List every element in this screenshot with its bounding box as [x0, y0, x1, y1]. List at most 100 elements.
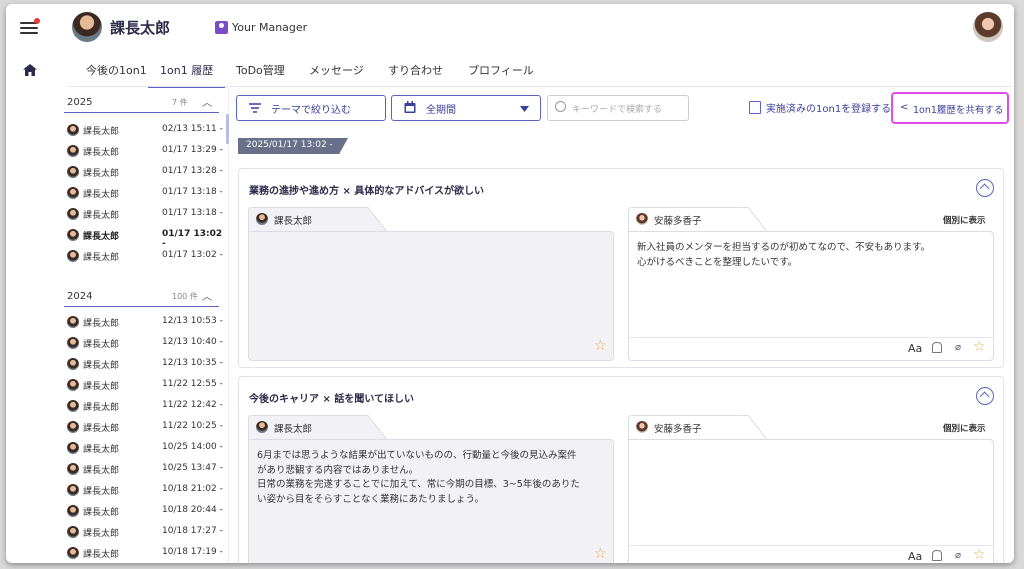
- list-item[interactable]: 課長太郎 10/25 14:00 -: [64, 438, 224, 458]
- font-format-icon[interactable]: Aa: [908, 342, 922, 355]
- tab-upcoming[interactable]: 今後の1on1: [86, 62, 147, 86]
- search-placeholder: キーワードで検索する: [572, 105, 663, 115]
- tab-todo[interactable]: ToDo管理: [236, 62, 285, 86]
- list-item[interactable]: 課長太郎 11/22 12:42 -: [64, 396, 224, 416]
- search-icon: [555, 101, 566, 112]
- chevron-up-icon[interactable]: ︿: [202, 94, 212, 109]
- chevron-up-icon[interactable]: [976, 179, 994, 197]
- bell-icon[interactable]: [932, 342, 942, 353]
- avatar: [67, 229, 79, 241]
- pane-body[interactable]: ☆: [248, 231, 614, 361]
- pane-body[interactable]: 6月までは思うような結果が出ていないものの、行動量と今後の見込み案件 があり悲観…: [248, 439, 614, 563]
- year-group-header[interactable]: 2025 7 件 ︿: [64, 94, 219, 113]
- register-label: 実施済みの1on1を登録する: [766, 104, 892, 115]
- item-name: 課長太郎: [83, 127, 120, 137]
- paperclip-icon[interactable]: ⌀: [955, 550, 961, 561]
- font-format-icon[interactable]: Aa: [908, 550, 922, 563]
- user-avatar[interactable]: [72, 12, 102, 42]
- avatar: [67, 463, 79, 475]
- top-bar: 課長太郎 Your Manager: [6, 4, 1014, 50]
- account-avatar[interactable]: [973, 12, 1003, 42]
- list-item[interactable]: 課長太郎 01/17 13:18 -: [64, 204, 224, 224]
- avatar: [67, 526, 79, 538]
- show-individually-link[interactable]: 個別に表示: [943, 422, 986, 434]
- tab-messages[interactable]: メッセージ: [309, 62, 364, 86]
- star-icon[interactable]: ☆: [973, 339, 986, 355]
- bell-icon[interactable]: [932, 550, 942, 561]
- star-icon[interactable]: ☆: [594, 338, 607, 354]
- pane-body[interactable]: Aa ⌀ ☆: [628, 439, 994, 563]
- list-item[interactable]: 課長太郎 11/22 12:55 -: [64, 375, 224, 395]
- item-name: 課長太郎: [83, 529, 120, 539]
- item-date: 02/13 15:11 -: [162, 124, 223, 134]
- pane-body[interactable]: 新入社員のメンターを担当するのが初めてなので、不安もあります。 心がけるべきこと…: [628, 231, 994, 361]
- avatar: [67, 358, 79, 370]
- tab-history[interactable]: 1on1 履歴: [148, 62, 226, 88]
- search-input[interactable]: キーワードで検索する: [547, 95, 689, 121]
- list-item[interactable]: 課長太郎 11/22 10:25 -: [64, 417, 224, 437]
- avatar: [67, 337, 79, 349]
- item-name: 課長太郎: [83, 319, 120, 329]
- item-name: 課長太郎: [83, 508, 120, 518]
- session-date: 2025/01/17 13:02 -: [246, 140, 333, 150]
- item-date: 01/17 13:18 -: [162, 187, 223, 197]
- list-item[interactable]: 課長太郎 10/18 17:19 -: [64, 543, 224, 563]
- show-individually-link[interactable]: 個別に表示: [943, 214, 986, 226]
- avatar: [67, 124, 79, 136]
- sidebar-divider: [228, 88, 229, 563]
- year-label: 2025: [67, 97, 93, 108]
- avatar: [67, 208, 79, 220]
- list-item[interactable]: 課長太郎 10/18 17:27 -: [64, 522, 224, 542]
- list-item[interactable]: 課長太郎 01/17 13:18 -: [64, 183, 224, 203]
- star-icon[interactable]: ☆: [973, 547, 986, 563]
- paperclip-icon[interactable]: ⌀: [955, 342, 961, 353]
- year-group-header[interactable]: 2024 100 件 ︿: [64, 288, 219, 307]
- manager-pane: 課長太郎 6月までは思うような結果が出ていないものの、行動量と今後の見込み案件 …: [248, 415, 614, 563]
- pane-author: 安藤多香子: [654, 424, 702, 435]
- chevron-up-icon[interactable]: [976, 387, 994, 405]
- filter-icon: [249, 103, 261, 113]
- sidebar-scrollbar[interactable]: [226, 114, 229, 144]
- pane-toolbar: Aa ⌀ ☆: [629, 545, 993, 563]
- list-item[interactable]: 課長太郎 01/17 13:02 -: [64, 246, 224, 266]
- item-date: 11/22 10:25 -: [162, 421, 223, 431]
- list-item[interactable]: 課長太郎 12/13 10:35 -: [64, 354, 224, 374]
- list-item[interactable]: 課長太郎 12/13 10:53 -: [64, 312, 224, 332]
- share-label: 1on1履歴を共有する: [913, 105, 1004, 116]
- star-icon[interactable]: ☆: [594, 546, 607, 562]
- avatar: [67, 379, 79, 391]
- avatar: [67, 145, 79, 157]
- pane-text: 新入社員のメンターを担当するのが初めてなので、不安もあります。 心がけるべきこと…: [637, 242, 931, 268]
- person-icon: [215, 21, 228, 34]
- avatar: [67, 166, 79, 178]
- share-history-button[interactable]: < 1on1履歴を共有する: [891, 92, 1009, 124]
- item-name: 課長太郎: [83, 361, 120, 371]
- pane-author: 課長太郎: [274, 216, 313, 227]
- item-date: 12/13 10:53 -: [162, 316, 223, 326]
- list-item[interactable]: 課長太郎 01/17 13:29 -: [64, 141, 224, 161]
- item-date: 10/18 17:27 -: [162, 526, 223, 536]
- avatar: [67, 421, 79, 433]
- list-item[interactable]: 課長太郎 12/13 10:40 -: [64, 333, 224, 353]
- chevron-up-icon[interactable]: ︿: [202, 288, 212, 303]
- period-select[interactable]: 全期間: [391, 95, 541, 121]
- tab-profile[interactable]: プロフィール: [468, 62, 534, 86]
- avatar: [67, 400, 79, 412]
- register-button[interactable]: 実施済みの1on1を登録する: [749, 100, 891, 115]
- home-icon[interactable]: [23, 64, 37, 76]
- list-item[interactable]: 課長太郎 10/25 13:47 -: [64, 459, 224, 479]
- list-item[interactable]: 課長太郎 10/18 21:02 -: [64, 480, 224, 500]
- list-item[interactable]: 課長太郎 02/13 15:11 -: [64, 120, 224, 140]
- theme-filter-button[interactable]: テーマで絞り込む: [236, 95, 386, 121]
- avatar: [256, 421, 268, 433]
- list-item-selected[interactable]: 課長太郎 01/17 13:02 -: [64, 225, 224, 249]
- item-date: 10/25 14:00 -: [162, 442, 223, 452]
- item-date: 01/17 13:28 -: [162, 166, 223, 176]
- list-item[interactable]: 課長太郎 01/17 13:28 -: [64, 162, 224, 182]
- item-date: 01/17 13:02 -: [162, 250, 223, 260]
- menu-icon[interactable]: [20, 18, 40, 36]
- item-date: 01/17 13:29 -: [162, 145, 223, 155]
- list-item[interactable]: 課長太郎 10/18 20:44 -: [64, 501, 224, 521]
- avatar: [256, 213, 268, 225]
- tab-alignment[interactable]: すり合わせ: [388, 62, 443, 86]
